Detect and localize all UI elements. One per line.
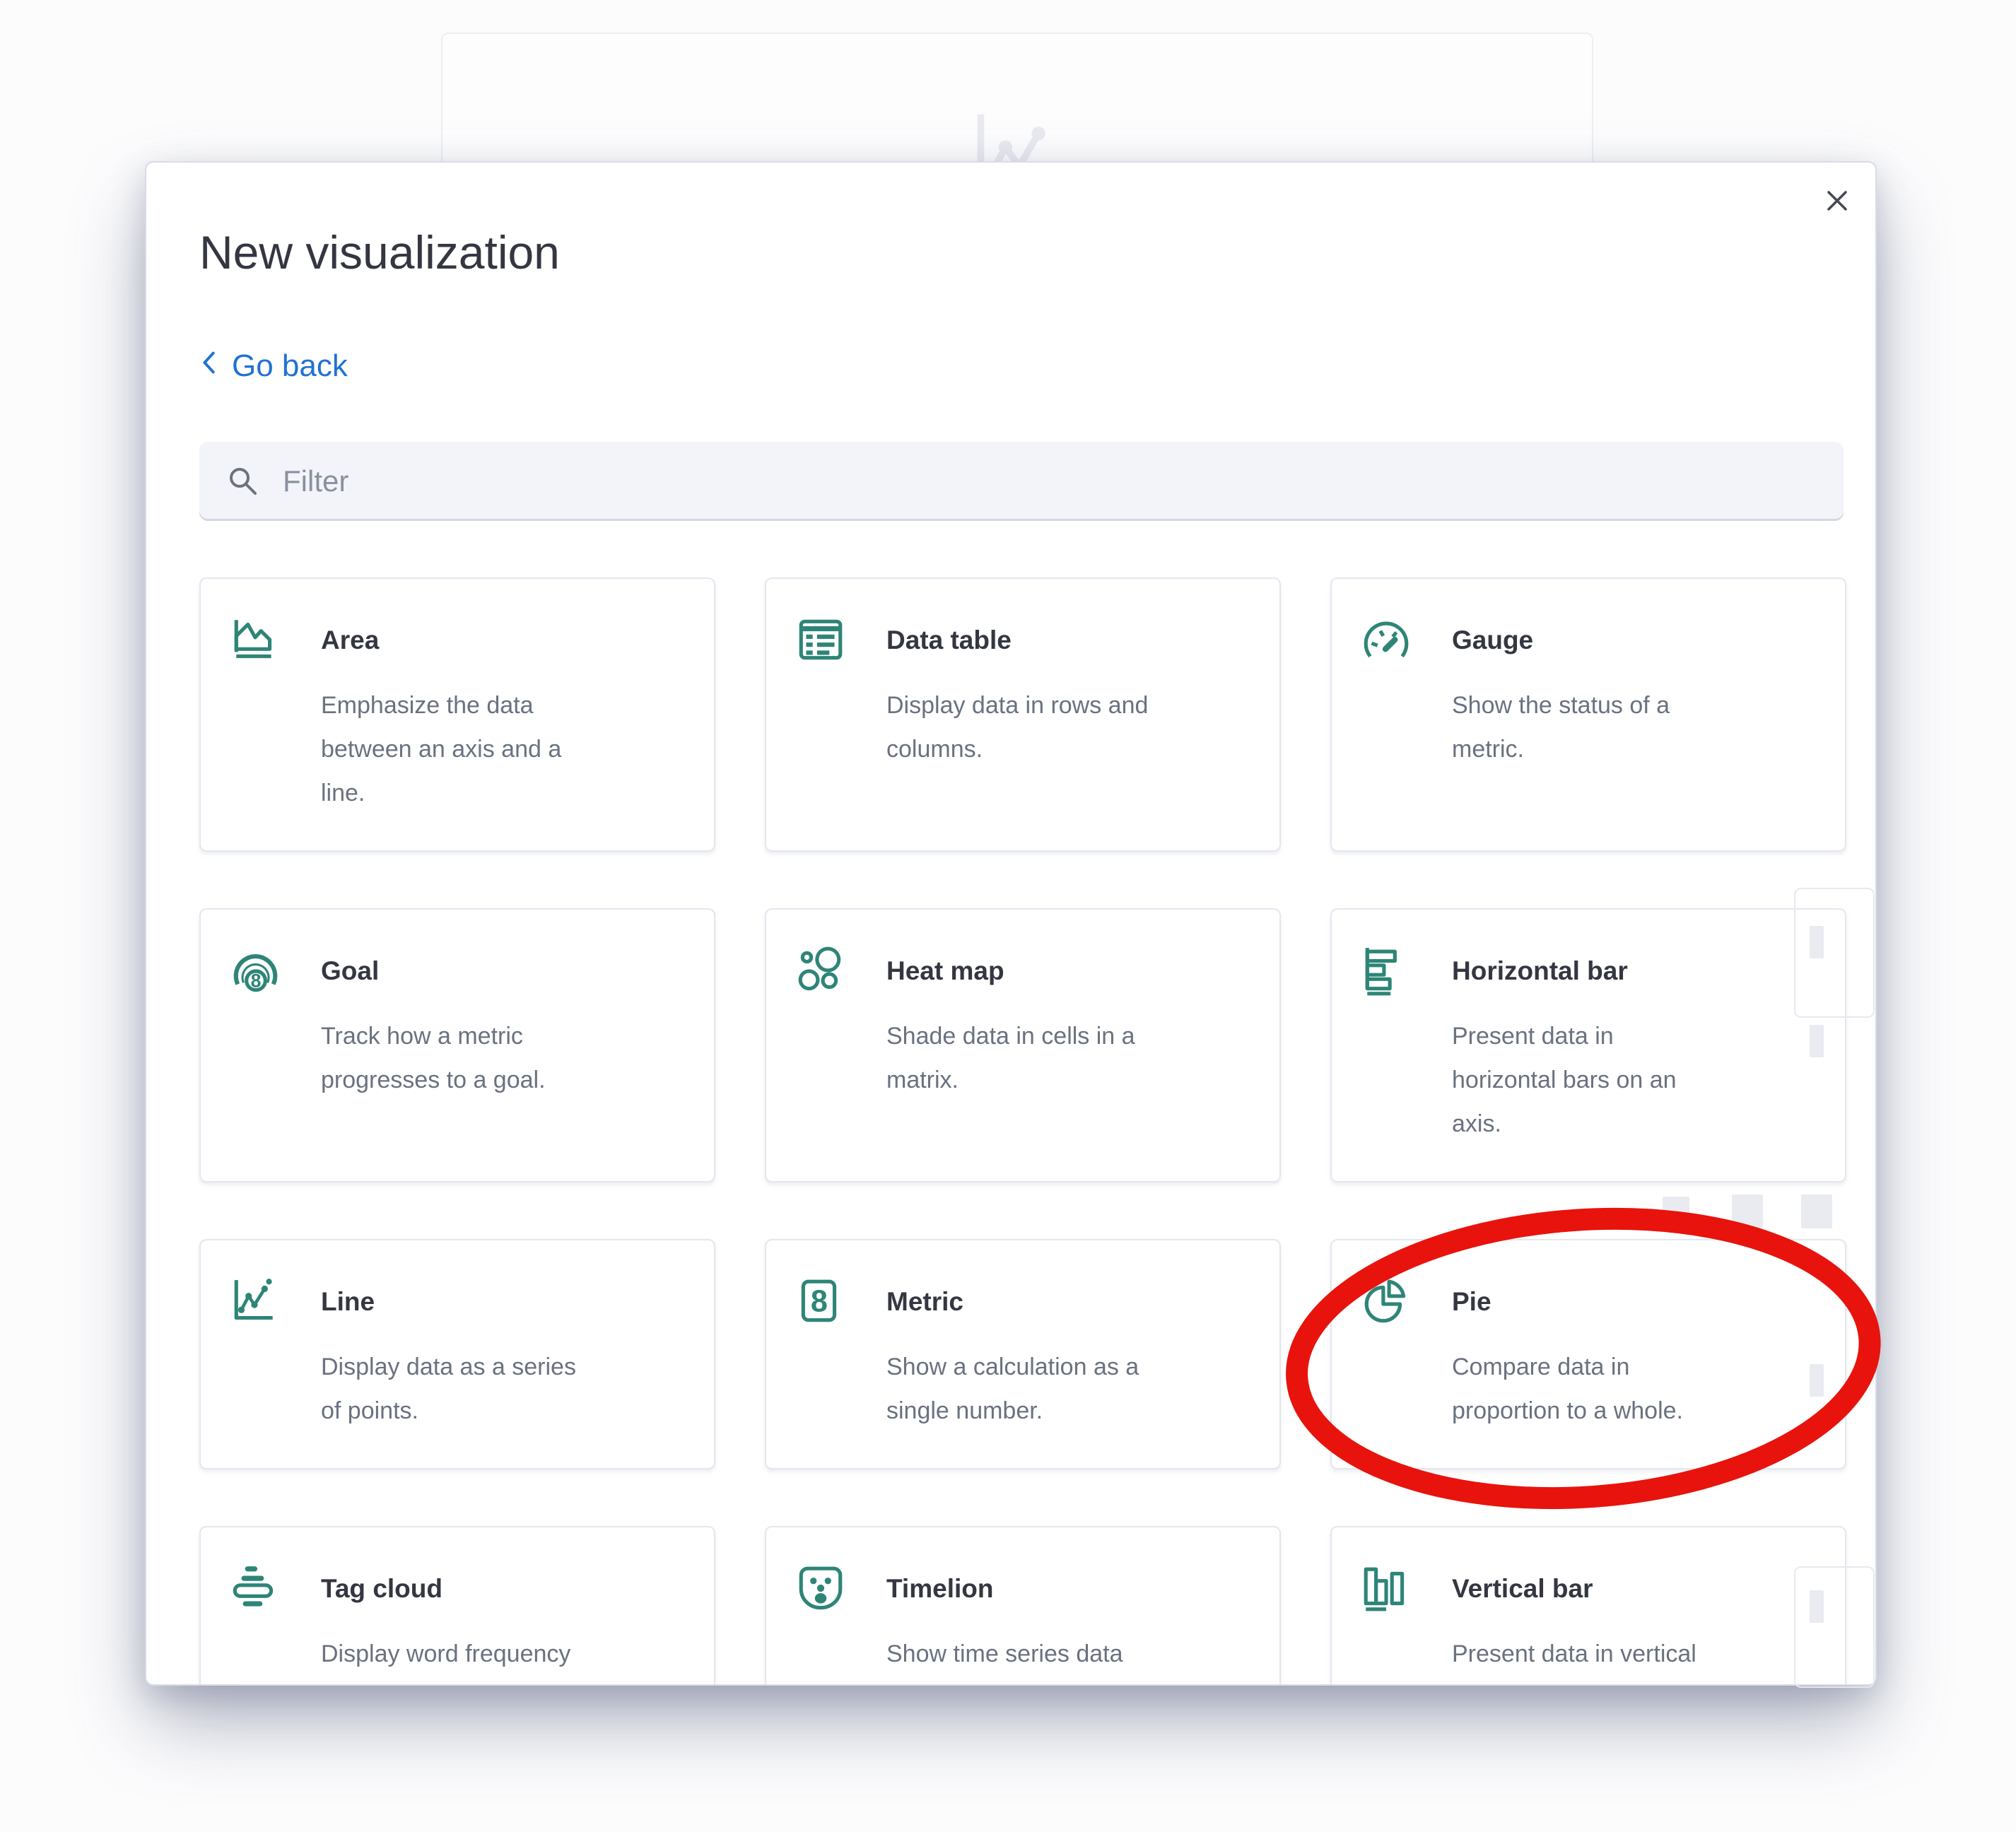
card-title: Heat map (886, 956, 1004, 986)
vis-card-goal[interactable]: 8 Goal Track how a metric progresses to … (199, 908, 715, 1182)
card-title: Horizontal bar (1452, 956, 1628, 986)
card-description: Show time series data on a graph. (886, 1632, 1219, 1686)
vis-card-data-table[interactable]: Data table Display data in rows and colu… (765, 577, 1281, 852)
visualization-type-grid: Area Emphasize the data between an axis … (199, 577, 1844, 1686)
card-title: Goal (321, 956, 379, 986)
background-fragment (1810, 1364, 1824, 1397)
vis-card-timelion[interactable]: Timelion Show time series data on a grap… (765, 1526, 1281, 1686)
svg-text:8: 8 (251, 970, 262, 992)
svg-text:8: 8 (811, 1285, 828, 1319)
timelion-icon (795, 1563, 847, 1615)
close-icon[interactable] (1817, 181, 1857, 221)
gauge-icon (1360, 614, 1412, 667)
card-title: Line (321, 1287, 375, 1317)
card-title: Area (321, 626, 379, 655)
background-fragment (1732, 1194, 1763, 1228)
horizontal-bar-icon (1360, 945, 1412, 997)
card-description: Present data in horizontal bars on an ax… (1452, 1014, 1784, 1146)
background-card-outline (1794, 888, 1875, 1018)
chevron-left-icon (199, 348, 218, 384)
data-table-icon (795, 614, 847, 667)
card-title: Timelion (886, 1574, 993, 1604)
goal-icon: 8 (229, 945, 281, 997)
background-fragment (1663, 1197, 1689, 1225)
heat-map-icon (795, 945, 847, 997)
card-title: Metric (886, 1287, 963, 1317)
vis-card-line[interactable]: Line Display data as a series of points. (199, 1239, 715, 1469)
pie-chart-icon (1360, 1276, 1412, 1328)
background-card-outline (1794, 1566, 1875, 1688)
card-description: Display data as a series of points. (321, 1345, 653, 1433)
metric-icon: 8 (795, 1276, 847, 1328)
go-back-label: Go back (232, 348, 348, 384)
go-back-link[interactable]: Go back (199, 348, 348, 384)
card-description: Display word frequency with font size. (321, 1632, 653, 1686)
card-description: Show a calculation as a single number. (886, 1345, 1219, 1433)
vis-card-horizontal-bar[interactable]: Horizontal bar Present data in horizonta… (1330, 908, 1846, 1182)
vis-card-pie[interactable]: Pie Compare data in proportion to a whol… (1330, 1239, 1846, 1469)
new-visualization-modal: New visualization Go back Area (145, 161, 1877, 1686)
card-title: Vertical bar (1452, 1574, 1593, 1604)
card-title: Gauge (1452, 626, 1533, 655)
vertical-bar-icon (1360, 1563, 1412, 1615)
vis-card-metric[interactable]: 8 Metric Show a calculation as a single … (765, 1239, 1281, 1469)
vis-card-tag-cloud[interactable]: Tag cloud Display word frequency with fo… (199, 1526, 715, 1686)
filter-input[interactable] (199, 442, 1844, 521)
card-title: Tag cloud (321, 1574, 443, 1604)
tag-cloud-icon (229, 1563, 281, 1615)
area-chart-icon (229, 614, 281, 667)
line-chart-icon (229, 1276, 281, 1328)
card-description: Compare data in proportion to a whole. (1452, 1345, 1784, 1433)
modal-title: New visualization (199, 225, 1844, 281)
card-description: Present data in vertical bars on an axis… (1452, 1632, 1784, 1686)
vis-card-area[interactable]: Area Emphasize the data between an axis … (199, 577, 715, 852)
card-description: Track how a metric progresses to a goal. (321, 1014, 653, 1102)
card-title: Pie (1452, 1287, 1492, 1317)
card-description: Emphasize the data between an axis and a… (321, 683, 653, 815)
card-description: Show the status of a metric. (1452, 683, 1784, 771)
card-title: Data table (886, 626, 1012, 655)
vis-card-heat-map[interactable]: Heat map Shade data in cells in a matrix… (765, 908, 1281, 1182)
background-fragment (1810, 1025, 1824, 1057)
background-fragment (1801, 1194, 1832, 1228)
vis-card-vertical-bar[interactable]: Vertical bar Present data in vertical ba… (1330, 1526, 1846, 1686)
vis-card-gauge[interactable]: Gauge Show the status of a metric. (1330, 577, 1846, 852)
card-description: Display data in rows and columns. (886, 683, 1219, 771)
card-description: Shade data in cells in a matrix. (886, 1014, 1219, 1102)
